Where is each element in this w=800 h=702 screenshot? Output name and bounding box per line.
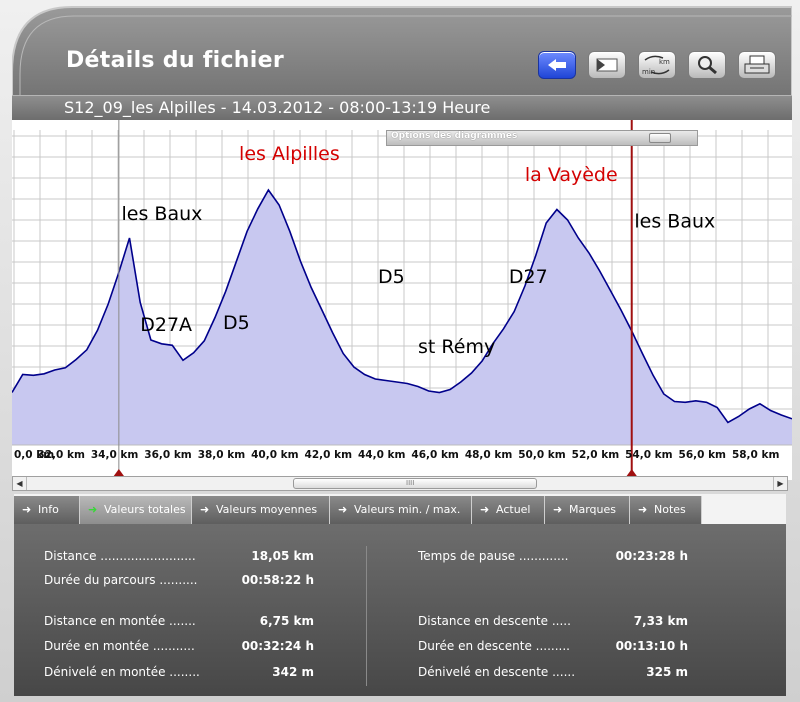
tab-valeurs-totales[interactable]: ➜ Valeurs totales [80, 496, 192, 524]
arrow-right-icon: ➜ [200, 503, 210, 516]
distance-value: 18,05 km [251, 549, 314, 563]
temps-pause-value: 00:23:28 h [615, 549, 688, 563]
x-tick-label: 36,0 km [144, 449, 192, 461]
back-arrow-icon [548, 59, 566, 71]
tab-label: Marques [569, 503, 617, 516]
zoom-button[interactable] [688, 51, 726, 79]
tab-label: Notes [654, 503, 686, 516]
back-button[interactable] [538, 51, 576, 79]
scroll-thumb[interactable]: IIII [293, 478, 537, 489]
chart-annotation: les Baux [634, 211, 715, 233]
distance-descente-label: Distance en descente ..... [418, 614, 571, 628]
arrow-right-icon: ➜ [638, 503, 648, 516]
print-button[interactable] [738, 51, 776, 79]
denivele-montee-value: 342 m [272, 665, 314, 679]
arrow-right-icon: ➜ [22, 503, 32, 516]
temps-pause-label: Temps de pause ............. [418, 549, 569, 563]
elevation-chart[interactable]: 0,0 km 32,0 km 34,0 km 36,0 km 38,0 km 40,0 k… [12, 120, 792, 480]
duree-montee-value: 00:32:24 h [241, 639, 314, 653]
units-km-text: km [659, 58, 670, 66]
x-tick-label: 56,0 km [679, 449, 727, 461]
arrow-right-icon: ➜ [553, 503, 563, 516]
tab-label: Valeurs min. / max. [354, 503, 461, 516]
tab-label: Valeurs totales [104, 503, 186, 516]
tab-label: Actuel [496, 503, 531, 516]
denivele-descente-value: 325 m [646, 665, 688, 679]
totals-panel: Distance ......................... 18,05… [14, 524, 786, 696]
x-tick-label: 38,0 km [198, 449, 246, 461]
magnifier-icon [698, 56, 717, 75]
x-tick-label: 58,0 km [732, 449, 780, 461]
view-toggle-button[interactable] [588, 51, 626, 79]
tab-label: Valeurs moyennes [216, 503, 318, 516]
x-tick-label: 52,0 km [572, 449, 620, 461]
denivele-descente-label: Dénivelé en descente ...... [418, 665, 576, 679]
chart-options-bar[interactable]: Options des diagrammes [386, 130, 698, 146]
stats-tab-bar: ➜ Info ➜ Valeurs totales ➜ Valeurs moyennes… [14, 494, 786, 524]
units-button[interactable]: km min [638, 51, 676, 79]
km-min-switch-icon: km min [642, 55, 670, 76]
arrow-right-icon: ➜ [88, 503, 98, 516]
tab-info[interactable]: ➜ Info [14, 496, 80, 524]
tab-actuel[interactable]: ➜ Actuel [472, 496, 545, 524]
scroll-left-arrow-icon[interactable]: ◀ [13, 477, 27, 490]
chart-annotation: D27 [509, 266, 548, 288]
tab-marques[interactable]: ➜ Marques [545, 496, 630, 524]
window-title: Détails du fichier [66, 48, 284, 73]
stats-divider [366, 546, 367, 686]
tab-notes[interactable]: ➜ Notes [630, 496, 702, 524]
x-tick-label: 34,0 km [91, 449, 139, 461]
tab-valeurs-moyennes[interactable]: ➜ Valeurs moyennes [192, 496, 330, 524]
file-info-text: S12_09_les Alpilles - 14.03.2012 - 08:00… [64, 98, 491, 117]
denivele-montee-label: Dénivelé en montée ........ [44, 665, 200, 679]
distance-montee-value: 6,75 km [259, 614, 314, 628]
distance-descente-value: 7,33 km [633, 614, 688, 628]
units-min-text: min [642, 68, 655, 76]
chart-annotation: D27A [140, 314, 192, 336]
distance-label: Distance ......................... [44, 549, 196, 563]
arrow-right-icon: ➜ [338, 503, 348, 516]
arrow-right-icon: ➜ [480, 503, 490, 516]
x-tick-label: 48,0 km [465, 449, 513, 461]
distance-montee-label: Distance en montée ....... [44, 614, 196, 628]
duree-descente-value: 00:13:10 h [615, 639, 688, 653]
x-tick-label: 44,0 km [358, 449, 406, 461]
chart-annotation: les Alpilles [239, 143, 340, 165]
chart-annotation: la Vayède [525, 164, 618, 186]
x-tick-label: 40,0 km [251, 449, 299, 461]
duree-parcours-value: 00:58:22 h [241, 573, 314, 587]
horizontal-scrollbar[interactable]: ◀ IIII ▶ [12, 476, 788, 491]
x-tick-label: 32,0 km [37, 449, 85, 461]
x-tick-label: 50,0 km [518, 449, 566, 461]
elevation-profile-svg[interactable]: 0,0 km32,0 km 34,0 km 36,0 km 38,0 km 40,0 k… [12, 120, 792, 480]
x-tick-label: 46,0 km [411, 449, 459, 461]
panel-toggle-icon [596, 58, 618, 72]
printer-icon [744, 55, 770, 74]
x-tick-label: 54,0 km [625, 449, 673, 461]
chart-options-collapse-button[interactable] [649, 133, 671, 143]
scroll-right-arrow-icon[interactable]: ▶ [773, 477, 787, 490]
duree-parcours-label: Durée du parcours .......... [44, 573, 198, 587]
file-info-bar: S12_09_les Alpilles - 14.03.2012 - 08:00… [12, 95, 792, 120]
duree-descente-label: Durée en descente ......... [418, 639, 570, 653]
chart-annotation: D5 [378, 266, 405, 288]
chart-annotation: les Baux [122, 203, 203, 225]
chart-annotation: D5 [223, 312, 250, 334]
tab-label: Info [38, 503, 59, 516]
file-details-window: Détails du fichier km min S12_09_les Alp… [0, 0, 800, 702]
chart-options-label: Options des diagrammes [391, 131, 518, 141]
chart-annotation: st Rémy [418, 336, 495, 358]
tab-valeurs-min-max[interactable]: ➜ Valeurs min. / max. [330, 496, 472, 524]
scroll-grip: IIII [406, 479, 415, 487]
duree-montee-label: Durée en montée ........... [44, 639, 195, 653]
x-tick-label: 42,0 km [305, 449, 353, 461]
